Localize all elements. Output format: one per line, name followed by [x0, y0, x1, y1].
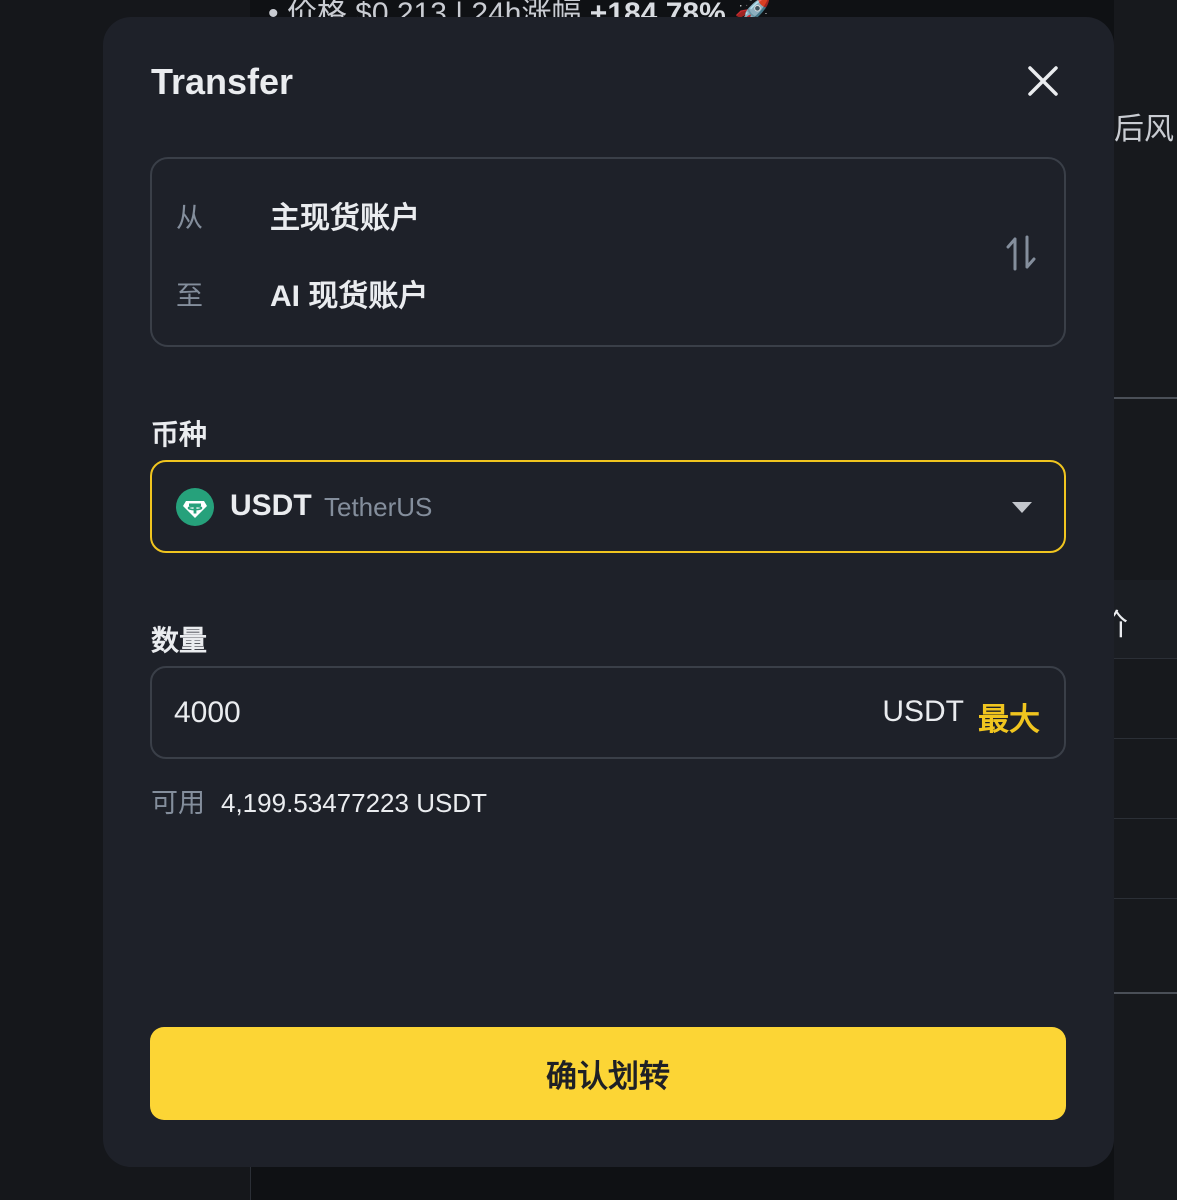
background-right-divider [1114, 397, 1177, 399]
chevron-down-icon [1012, 502, 1032, 513]
background-right-divider [1114, 898, 1177, 899]
from-account-row[interactable]: 从 主现货账户 [176, 193, 420, 237]
swap-vertical-icon [1006, 235, 1036, 271]
background-divider [250, 1165, 251, 1200]
to-account-row[interactable]: 至 AI 现货账户 [176, 271, 428, 315]
from-label: 从 [176, 202, 203, 233]
coin-select[interactable]: USDT TetherUS [150, 460, 1066, 553]
account-selector: 从 主现货账户 至 AI 现货账户 [150, 157, 1066, 347]
to-account: AI 现货账户 [270, 280, 429, 313]
background-right-divider [1114, 818, 1177, 819]
amount-label: 数量 [151, 625, 208, 656]
tether-icon [176, 488, 214, 526]
transfer-modal: Transfer 从 主现货账户 至 AI 现货账户 币种 USDT Tethe… [103, 17, 1114, 1167]
coin-label: 币种 [151, 419, 208, 450]
available-value: 4,199.53477223 USDT [221, 788, 487, 818]
max-button[interactable]: 最大 [978, 694, 1040, 739]
background-right-divider [1114, 658, 1177, 659]
amount-input[interactable] [174, 690, 774, 736]
available-balance: 可用 4,199.53477223 USDT [151, 781, 487, 820]
available-label: 可用 [151, 788, 205, 818]
close-icon [1028, 66, 1058, 96]
to-label: 至 [176, 280, 203, 311]
background-right-text: 后风 [1114, 113, 1174, 146]
swap-accounts-button[interactable] [1004, 233, 1038, 273]
background-right-divider [1114, 992, 1177, 994]
amount-unit: USDT [882, 695, 964, 728]
close-button[interactable] [1021, 59, 1065, 103]
from-account: 主现货账户 [270, 202, 420, 235]
background-right-divider [1114, 738, 1177, 739]
confirm-transfer-button[interactable]: 确认划转 [150, 1027, 1066, 1120]
coin-name: TetherUS [324, 492, 433, 522]
coin-symbol: USDT [230, 489, 312, 522]
amount-field: USDT 最大 [150, 666, 1066, 759]
modal-title: Transfer [151, 61, 294, 102]
